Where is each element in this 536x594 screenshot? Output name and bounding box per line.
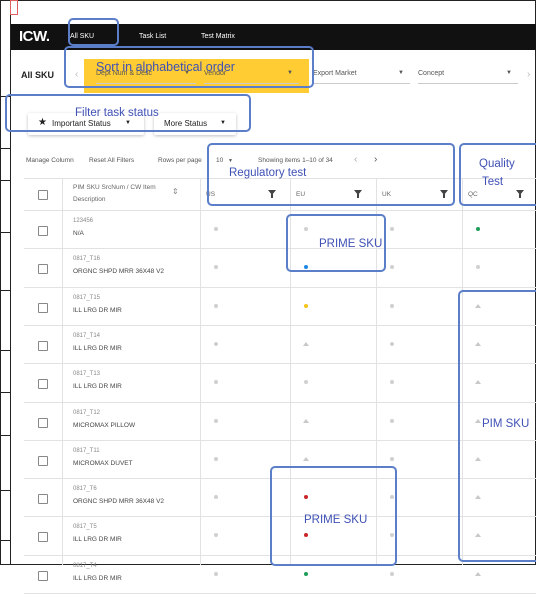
header-divider (24, 210, 536, 211)
sku-description: N/A (73, 230, 84, 237)
annotation-prime-sku-top: PRIME SKU (319, 238, 383, 250)
sku-number: 0817_T15 (73, 294, 101, 301)
manage-column-link[interactable]: Manage Column (26, 157, 74, 164)
chevron-down-icon: ▼ (506, 70, 512, 76)
status-dot-us[interactable] (214, 341, 218, 346)
cursor-marker (10, 0, 18, 15)
sort-icon[interactable]: ⇕ (172, 187, 179, 196)
annotation-pim-sku: PIM SKU (482, 418, 530, 430)
sku-description: MICROMAX PILLOW (73, 421, 136, 429)
row-checkbox[interactable] (38, 226, 48, 236)
filter-export-market[interactable]: Export Market ▼ (313, 66, 410, 84)
sku-description: ILL LRG DR MIR (73, 536, 122, 544)
filter-concept[interactable]: Concept ▼ (418, 66, 518, 84)
sku-description: MICROMAX DUVET (73, 459, 133, 467)
row-checkbox[interactable] (38, 494, 48, 505)
margin-tick (0, 435, 10, 436)
status-dot-us[interactable] (214, 418, 218, 423)
margin-tick (0, 148, 10, 149)
left-margin-line (10, 0, 11, 565)
page-title: All SKU (21, 70, 55, 80)
annotation-prime-sku-bottom: PRIME SKU (304, 514, 368, 526)
row-checkbox[interactable] (38, 379, 48, 390)
scroll-right-icon[interactable]: › (527, 69, 530, 80)
sku-description: ILL LRG DR MIR (73, 306, 122, 314)
annotation-sort: Sort in alphabetical order (96, 60, 235, 74)
row-checkbox[interactable] (38, 455, 48, 466)
status-triangle-eu[interactable] (303, 418, 309, 423)
status-dot-uk[interactable] (390, 303, 394, 308)
sku-description: ORGNC SHPD MRR 36X48 V2 (73, 268, 165, 276)
annotation-filter-status: Filter task status (75, 107, 159, 119)
nav-task-list[interactable]: Task List (139, 33, 166, 40)
annotation-quality-2: Test (482, 176, 504, 188)
sku-description: ILL LRG DR MIR (73, 574, 122, 582)
sku-number: 123456 (73, 218, 94, 224)
select-all-checkbox[interactable] (38, 190, 48, 200)
sku-description: ORGNC SHPD MRR 36X48 V2 (73, 498, 165, 506)
annotation-quality-1: Quality (479, 158, 515, 170)
row-divider (24, 286, 536, 288)
margin-tick (0, 350, 10, 351)
status-triangle-eu[interactable] (303, 456, 309, 461)
sku-description: ILL LRG DR MIR (73, 383, 122, 391)
annotation-box-all-sku (68, 18, 119, 46)
status-dot-uk[interactable] (390, 227, 394, 231)
status-triangle-eu[interactable] (303, 341, 309, 346)
status-dot-us[interactable] (214, 571, 218, 576)
status-dot-us[interactable] (214, 303, 218, 308)
status-dot-eu[interactable] (304, 571, 308, 576)
column-divider (200, 178, 201, 565)
status-triangle-qc[interactable] (475, 571, 481, 576)
chevron-down-icon: ▼ (398, 70, 404, 76)
margin-tick (0, 540, 10, 541)
margin-tick (0, 180, 10, 181)
row-checkbox[interactable] (38, 264, 48, 275)
nav-test-matrix[interactable]: Test Matrix (201, 33, 235, 40)
col-header-desc: Description (73, 196, 106, 203)
icw-logo: ICW. (19, 28, 50, 45)
annotation-regulatory: Regulatory test (229, 167, 307, 179)
row-checkbox[interactable] (38, 532, 48, 543)
filter-export-market-label: Export Market (313, 70, 357, 77)
row-checkbox[interactable] (38, 570, 48, 581)
status-dot-eu[interactable] (304, 303, 308, 308)
sku-number: 0817_T5 (73, 524, 97, 531)
row-checkbox[interactable] (38, 417, 48, 428)
sku-number: 0817_T6 (73, 486, 97, 493)
sku-number: 0817_T14 (73, 332, 101, 339)
filter-concept-label: Concept (418, 70, 445, 77)
sku-number: 0817_T13 (73, 371, 101, 378)
row-checkbox[interactable] (38, 340, 48, 351)
column-divider (62, 178, 63, 565)
status-dot-uk[interactable] (390, 418, 394, 423)
sku-number: 0817_T12 (73, 409, 101, 416)
annotation-box-quality (459, 143, 536, 206)
status-dot-us[interactable] (214, 456, 218, 461)
margin-tick (0, 490, 10, 491)
row-checkbox[interactable] (38, 302, 48, 313)
margin-tick (0, 290, 10, 291)
sku-description: ILL LRG DR MIR (73, 344, 122, 352)
sku-number: 0817_T16 (73, 256, 101, 263)
col-header-sku: PIM SKU SrcNum / CW Item (73, 184, 156, 191)
reset-filters-link[interactable]: Reset All Filters (89, 157, 134, 164)
status-dot-uk[interactable] (390, 571, 394, 576)
rows-per-page-label: Rows per page (158, 157, 202, 164)
sku-number: 0817_T4 (73, 562, 97, 569)
status-dot-us[interactable] (214, 227, 218, 231)
sku-number: 0817_T11 (73, 447, 100, 454)
status-dot-uk[interactable] (390, 341, 394, 346)
row-divider (24, 248, 536, 250)
status-dot-uk[interactable] (390, 456, 394, 461)
margin-tick (0, 232, 10, 233)
margin-tick (0, 392, 10, 393)
status-dot-qc[interactable] (476, 227, 480, 231)
